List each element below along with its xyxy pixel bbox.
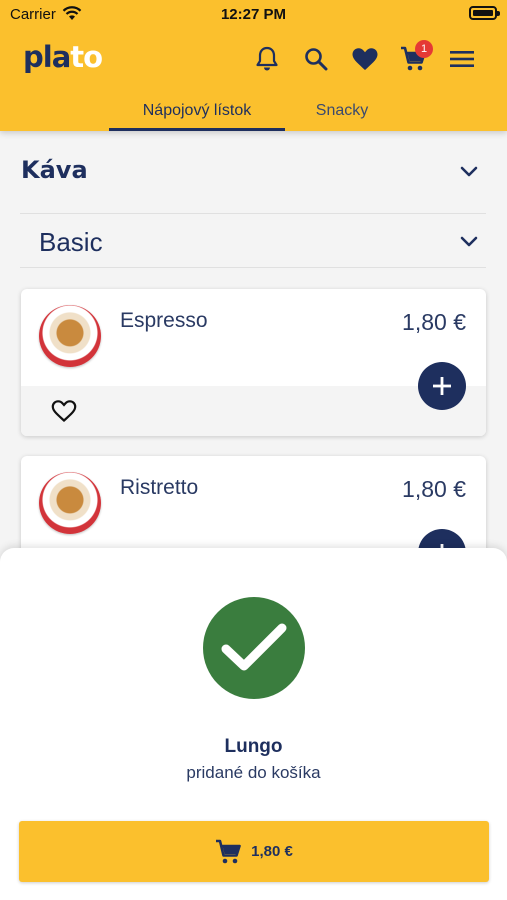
plato-logo[interactable]: plato xyxy=(23,40,103,74)
heart-icon xyxy=(352,48,378,70)
menu-button[interactable] xyxy=(447,44,477,74)
added-to-cart-sheet: Lungo pridané do košíka 1,80 € xyxy=(0,548,507,900)
search-button[interactable] xyxy=(301,44,331,74)
product-image xyxy=(39,472,101,534)
status-bar: Carrier 12:27 PM xyxy=(0,0,507,28)
tab-drinks-menu[interactable]: Nápojový lístok xyxy=(109,102,285,131)
chevron-down-icon xyxy=(460,236,478,247)
favorites-button[interactable] xyxy=(350,44,380,74)
app-header: Carrier 12:27 PM plato 1 Nápojový lístok… xyxy=(0,0,507,131)
product-price: 1,80 € xyxy=(402,476,466,502)
go-to-cart-button[interactable]: 1,80 € xyxy=(19,821,489,882)
clock: 12:27 PM xyxy=(220,6,287,23)
subcategory-header-basic[interactable]: Basic xyxy=(20,215,486,268)
added-product-name: Lungo xyxy=(224,736,283,757)
notifications-button[interactable] xyxy=(252,44,282,74)
logo-text-pla: pla xyxy=(23,40,71,74)
product-card-footer xyxy=(21,386,486,436)
added-message: pridané do košíka xyxy=(186,763,321,782)
battery-icon xyxy=(469,6,500,20)
product-name: Espresso xyxy=(120,309,208,332)
category-title: Káva xyxy=(21,156,88,184)
product-image xyxy=(39,305,101,367)
success-check-icon xyxy=(203,597,305,699)
product-card[interactable]: Espresso 1,80 € xyxy=(21,289,486,436)
product-price: 1,80 € xyxy=(402,309,466,335)
tab-snacks[interactable]: Snacky xyxy=(300,102,384,131)
menu-tabs: Nápojový lístok Snacky xyxy=(0,96,507,131)
logo-text-to: to xyxy=(70,40,103,74)
search-icon xyxy=(305,48,328,71)
plus-icon xyxy=(433,377,451,395)
product-name: Ristretto xyxy=(120,476,199,499)
category-header-kava[interactable]: Káva xyxy=(20,150,486,214)
subcategory-title: Basic xyxy=(39,227,103,257)
cart-badge: 1 xyxy=(415,40,433,58)
heart-outline-icon[interactable] xyxy=(51,399,77,423)
chevron-down-icon xyxy=(460,166,478,177)
cart-icon xyxy=(216,839,241,863)
cart-button-amount: 1,80 € xyxy=(251,843,293,860)
bell-icon xyxy=(256,46,278,71)
add-to-cart-button[interactable] xyxy=(418,362,466,410)
menu-icon xyxy=(450,51,474,67)
